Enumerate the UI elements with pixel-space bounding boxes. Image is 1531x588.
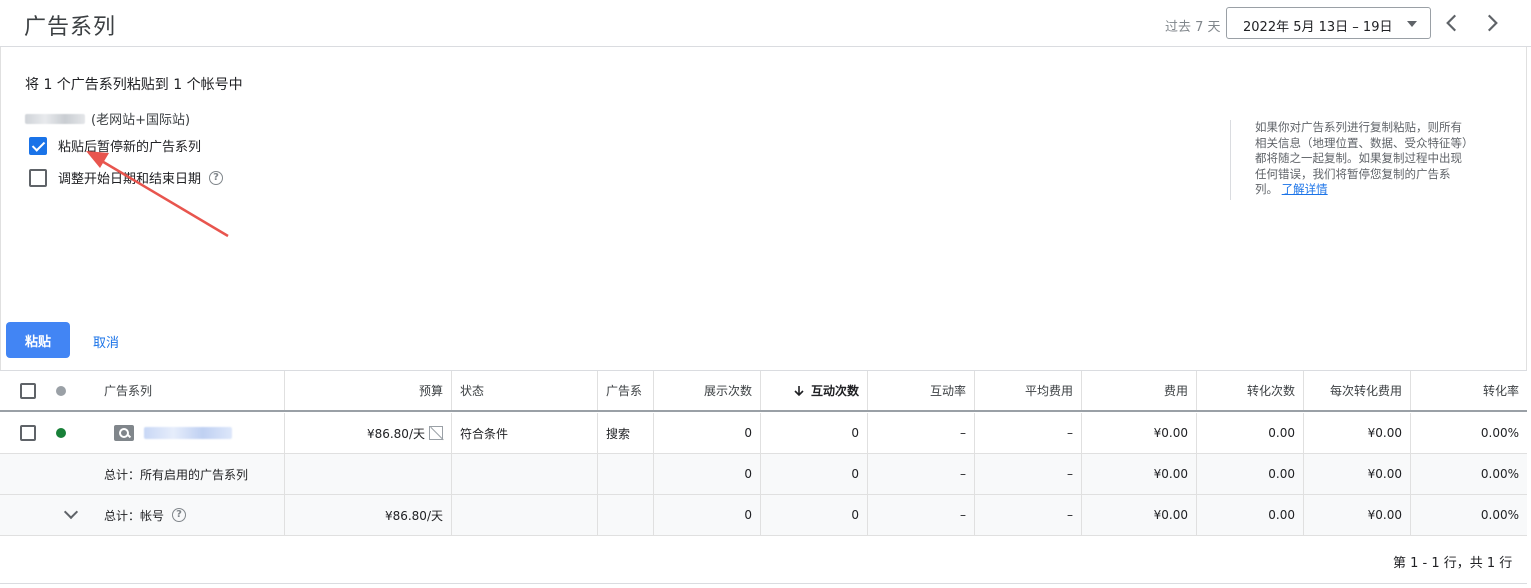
interactions-cell: 0 [761, 413, 868, 453]
target-account: (老网站+国际站) [25, 109, 190, 128]
total-enabled-label: 总计：所有启用的广告系列 [96, 454, 285, 494]
search-campaign-icon [114, 425, 134, 441]
col-cost-per-conv[interactable]: 每次转化费用 [1304, 371, 1411, 410]
pause-after-paste-label: 粘贴后暂停新的广告系列 [58, 140, 202, 155]
account-cost-per-conv-cell: ¥0.00 [1304, 495, 1411, 535]
copy-info-note: 如果你对广告系列进行复制粘贴，则所有相关信息（地理位置、数据、受众特征等）都将随… [1230, 120, 1470, 200]
col-cost[interactable]: 费用 [1082, 371, 1197, 410]
status-dot-icon [56, 385, 66, 396]
conversions-cell: 0.00 [1197, 413, 1304, 453]
redacted-campaign-name[interactable] [144, 427, 232, 439]
col-status[interactable]: 状态 [452, 371, 598, 410]
total-interactions-cell: 0 [761, 454, 868, 494]
col-interactions-label: 互动次数 [810, 384, 859, 398]
total-budget-cell [285, 454, 452, 494]
paste-heading: 将 1 个广告系列粘贴到 1 个帐号中 [25, 77, 243, 93]
previous-period-button[interactable] [1439, 10, 1465, 36]
account-conv-rate-cell: 0.00% [1480, 508, 1519, 522]
adjust-dates-option[interactable]: 调整开始日期和结束日期 ? [29, 168, 224, 187]
total-type-cell [598, 454, 654, 494]
divider [0, 583, 1527, 584]
table-header-row: 广告系列 预算 状态 广告系 展示次数 互动次数 互动率 平均费用 费用 转化次… [0, 371, 1527, 412]
adjust-dates-checkbox[interactable] [29, 168, 47, 187]
account-interaction-rate-cell: – [868, 495, 975, 535]
paste-button[interactable]: 粘贴 [6, 322, 70, 358]
paste-panel: 将 1 个广告系列粘贴到 1 个帐号中 (老网站+国际站) 粘贴后暂停新的广告系… [0, 47, 1527, 370]
adjust-dates-label: 调整开始日期和结束日期 [58, 172, 202, 187]
col-budget[interactable]: 预算 [285, 371, 452, 410]
col-type[interactable]: 广告系 [598, 371, 654, 410]
top-bar: 广告系列 过去 7 天 2022年 5月 13日 – 19日 [0, 0, 1531, 47]
col-conversions[interactable]: 转化次数 [1197, 371, 1304, 410]
account-interactions-cell: 0 [761, 495, 868, 535]
chart-off-icon [429, 426, 443, 440]
total-avg-cost-cell: – [975, 454, 1082, 494]
dropdown-caret-icon [1407, 21, 1417, 27]
budget-cell[interactable]: ¥86.80/天 [285, 413, 452, 453]
pause-after-paste-checkbox[interactable] [29, 136, 47, 155]
status-header-cell [48, 371, 78, 410]
budget-value: ¥86.80/天 [366, 426, 425, 441]
col-impressions[interactable]: 展示次数 [654, 371, 761, 410]
date-range-select[interactable]: 2022年 5月 13日 – 19日 [1226, 7, 1431, 39]
interaction-rate-cell: – [868, 413, 975, 453]
total-cost-per-conv-cell: ¥0.00 [1304, 454, 1411, 494]
cost-cell: ¥0.00 [1082, 413, 1197, 453]
total-conv-rate-cell: 0.00% [1480, 467, 1519, 481]
redacted-account-id [25, 113, 85, 124]
status-cell: 符合条件 [452, 413, 598, 453]
chevron-left-icon [1446, 14, 1457, 32]
enabled-status-icon [56, 428, 66, 438]
cost-per-conv-cell: ¥0.00 [1304, 413, 1411, 453]
total-account-row: 总计：帐号 ? ¥86.80/天 0 0 – – ¥0.00 0.00 ¥0.0… [0, 495, 1527, 536]
arrow-down-icon [794, 385, 804, 396]
col-avg-cost[interactable]: 平均费用 [975, 371, 1082, 410]
col-interactions[interactable]: 互动次数 [761, 371, 868, 410]
campaign-table: 广告系列 预算 状态 广告系 展示次数 互动次数 互动率 平均费用 费用 转化次… [0, 370, 1527, 536]
account-conversions-cell: 0.00 [1197, 495, 1304, 535]
impressions-cell: 0 [654, 413, 761, 453]
help-icon[interactable]: ? [172, 508, 187, 522]
pause-after-paste-option[interactable]: 粘贴后暂停新的广告系列 [29, 136, 201, 155]
account-type-cell [598, 495, 654, 535]
col-interaction-rate[interactable]: 互动率 [868, 371, 975, 410]
total-conversions-cell: 0.00 [1197, 454, 1304, 494]
date-range-value: 2022年 5月 13日 – 19日 [1243, 20, 1393, 35]
total-enabled-row: 总计：所有启用的广告系列 0 0 – – ¥0.00 0.00 ¥0.00 0.… [0, 454, 1527, 495]
account-budget-cell: ¥86.80/天 [285, 495, 452, 535]
account-impressions-cell: 0 [654, 495, 761, 535]
account-name: (老网站+国际站) [91, 113, 191, 128]
pagination-text: 第 1 - 1 行，共 1 行 [1393, 556, 1513, 571]
campaign-name-cell[interactable] [96, 413, 285, 453]
total-interaction-rate-cell: – [868, 454, 975, 494]
expand-cell[interactable] [58, 495, 88, 535]
date-range-label: 过去 7 天 [1165, 20, 1221, 35]
next-period-button[interactable] [1479, 10, 1505, 36]
conv-rate-cell: 0.00% [1480, 426, 1519, 440]
row-status-cell [48, 413, 78, 453]
select-all-cell [12, 371, 48, 410]
page-title: 广告系列 [24, 15, 117, 40]
cancel-button[interactable]: 取消 [93, 332, 119, 351]
help-icon[interactable]: ? [209, 170, 224, 185]
account-avg-cost-cell: – [975, 495, 1082, 535]
account-status-cell [452, 495, 598, 535]
account-cost-cell: ¥0.00 [1082, 495, 1197, 535]
col-campaign[interactable]: 广告系列 [96, 371, 285, 410]
total-account-label: 总计：帐号 [104, 508, 165, 523]
select-all-checkbox[interactable] [20, 382, 36, 399]
table-row[interactable]: ¥86.80/天 符合条件 搜索 0 0 – – ¥0.00 0.00 ¥0.0… [0, 413, 1527, 454]
total-cost-cell: ¥0.00 [1082, 454, 1197, 494]
type-cell: 搜索 [598, 413, 654, 453]
total-account-label-cell: 总计：帐号 ? [96, 495, 285, 535]
total-impressions-cell: 0 [654, 454, 761, 494]
avg-cost-cell: – [975, 413, 1082, 453]
learn-more-link[interactable]: 了解详情 [1282, 182, 1328, 196]
chevron-down-icon[interactable] [63, 504, 79, 520]
col-conv-rate[interactable]: 转化率 [1411, 371, 1527, 410]
chevron-right-icon [1487, 14, 1498, 32]
row-checkbox[interactable] [20, 425, 36, 441]
total-status-cell [452, 454, 598, 494]
row-select-cell [12, 413, 48, 453]
